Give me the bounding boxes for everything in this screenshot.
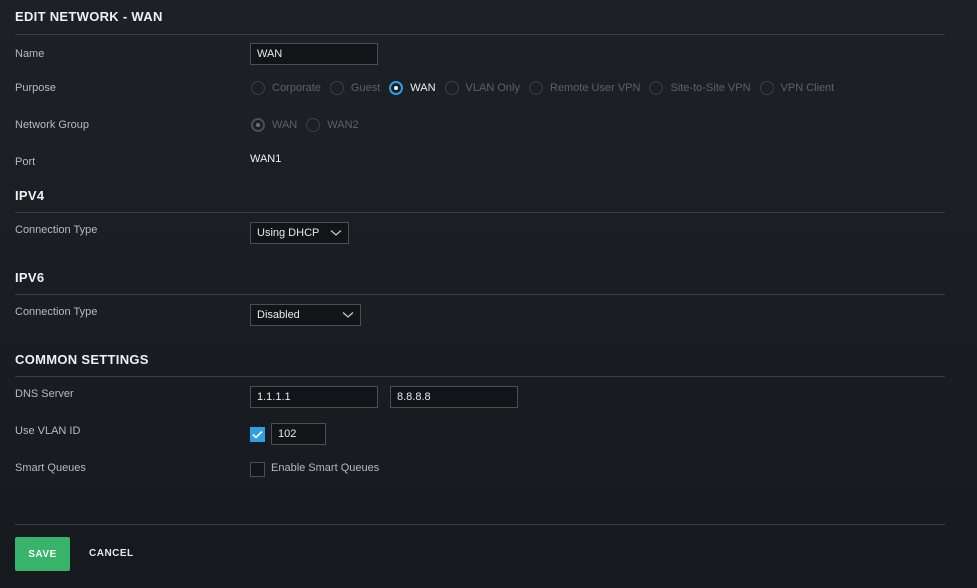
network-group-label: Network Group — [15, 119, 89, 131]
smart-queues-option-label: Enable Smart Queues — [271, 462, 380, 474]
use-vlan-id-label: Use VLAN ID — [15, 425, 81, 437]
purpose-label: Purpose — [15, 82, 56, 94]
dns-server-1-input[interactable] — [250, 386, 378, 408]
divider — [15, 34, 945, 35]
chevron-down-icon — [342, 312, 354, 318]
radio-icon — [649, 81, 664, 95]
network-group-option-wan[interactable]: WAN — [251, 118, 297, 132]
page-title: EDIT NETWORK - WAN — [15, 9, 163, 24]
purpose-option-label: VLAN Only — [465, 82, 520, 94]
purpose-option-label: Corporate — [272, 82, 321, 94]
network-group-option-label: WAN2 — [327, 119, 359, 131]
smart-queues-label: Smart Queues — [15, 462, 86, 474]
save-button[interactable]: SAVE — [15, 537, 70, 571]
ipv6-connection-type-label: Connection Type — [15, 306, 98, 318]
ipv4-title: IPV4 — [15, 188, 45, 203]
radio-icon — [759, 81, 774, 95]
purpose-option-label: VPN Client — [780, 82, 835, 94]
network-group-option-label: WAN — [272, 119, 298, 131]
ipv6-title: IPV6 — [15, 270, 45, 285]
name-input[interactable] — [250, 43, 378, 65]
divider — [15, 524, 945, 525]
name-label: Name — [15, 48, 45, 60]
checkmark-icon — [252, 430, 263, 439]
purpose-option-label: Guest — [350, 82, 381, 94]
use-vlan-id-checkbox[interactable] — [250, 427, 265, 442]
purpose-option-guest[interactable]: Guest — [329, 81, 381, 95]
purpose-option-vpn-client[interactable]: VPN Client — [759, 81, 835, 95]
purpose-radio-group: Corporate Guest WAN VLAN Only Remote Use… — [251, 80, 843, 96]
network-group-radio-group: WAN WAN2 — [251, 117, 368, 133]
network-group-option-wan2[interactable]: WAN2 — [306, 118, 359, 132]
radio-checked-icon — [251, 118, 265, 132]
radio-icon — [329, 81, 344, 95]
ipv4-connection-type-select[interactable]: Using DHCP — [250, 222, 349, 244]
purpose-option-label: WAN — [410, 82, 436, 94]
dns-server-label: DNS Server — [15, 388, 74, 400]
radio-icon — [528, 81, 543, 95]
common-settings-title: COMMON SETTINGS — [15, 352, 149, 367]
cancel-button[interactable]: CANCEL — [89, 548, 134, 559]
purpose-option-remote-user-vpn[interactable]: Remote User VPN — [528, 81, 641, 95]
select-value: Disabled — [257, 309, 300, 321]
purpose-option-site-to-site-vpn[interactable]: Site-to-Site VPN — [649, 81, 751, 95]
radio-icon — [251, 81, 265, 95]
divider — [15, 294, 945, 295]
port-value: WAN1 — [250, 153, 282, 165]
purpose-option-corporate[interactable]: Corporate — [251, 81, 321, 95]
divider — [15, 376, 945, 377]
purpose-option-label: Remote User VPN — [549, 82, 641, 94]
smart-queues-checkbox[interactable] — [250, 462, 265, 477]
divider — [15, 212, 945, 213]
ipv4-connection-type-label: Connection Type — [15, 224, 98, 236]
port-label: Port — [15, 156, 36, 168]
dns-server-2-input[interactable] — [390, 386, 518, 408]
vlan-id-input[interactable] — [271, 423, 326, 445]
select-value: Using DHCP — [257, 227, 320, 239]
purpose-option-wan[interactable]: WAN — [389, 81, 436, 95]
ipv6-connection-type-select[interactable]: Disabled — [250, 304, 361, 326]
radio-icon — [444, 81, 459, 95]
chevron-down-icon — [330, 230, 342, 236]
radio-icon — [306, 118, 321, 132]
purpose-option-vlan-only[interactable]: VLAN Only — [444, 81, 520, 95]
purpose-option-label: Site-to-Site VPN — [670, 82, 751, 94]
radio-checked-icon — [389, 81, 404, 95]
